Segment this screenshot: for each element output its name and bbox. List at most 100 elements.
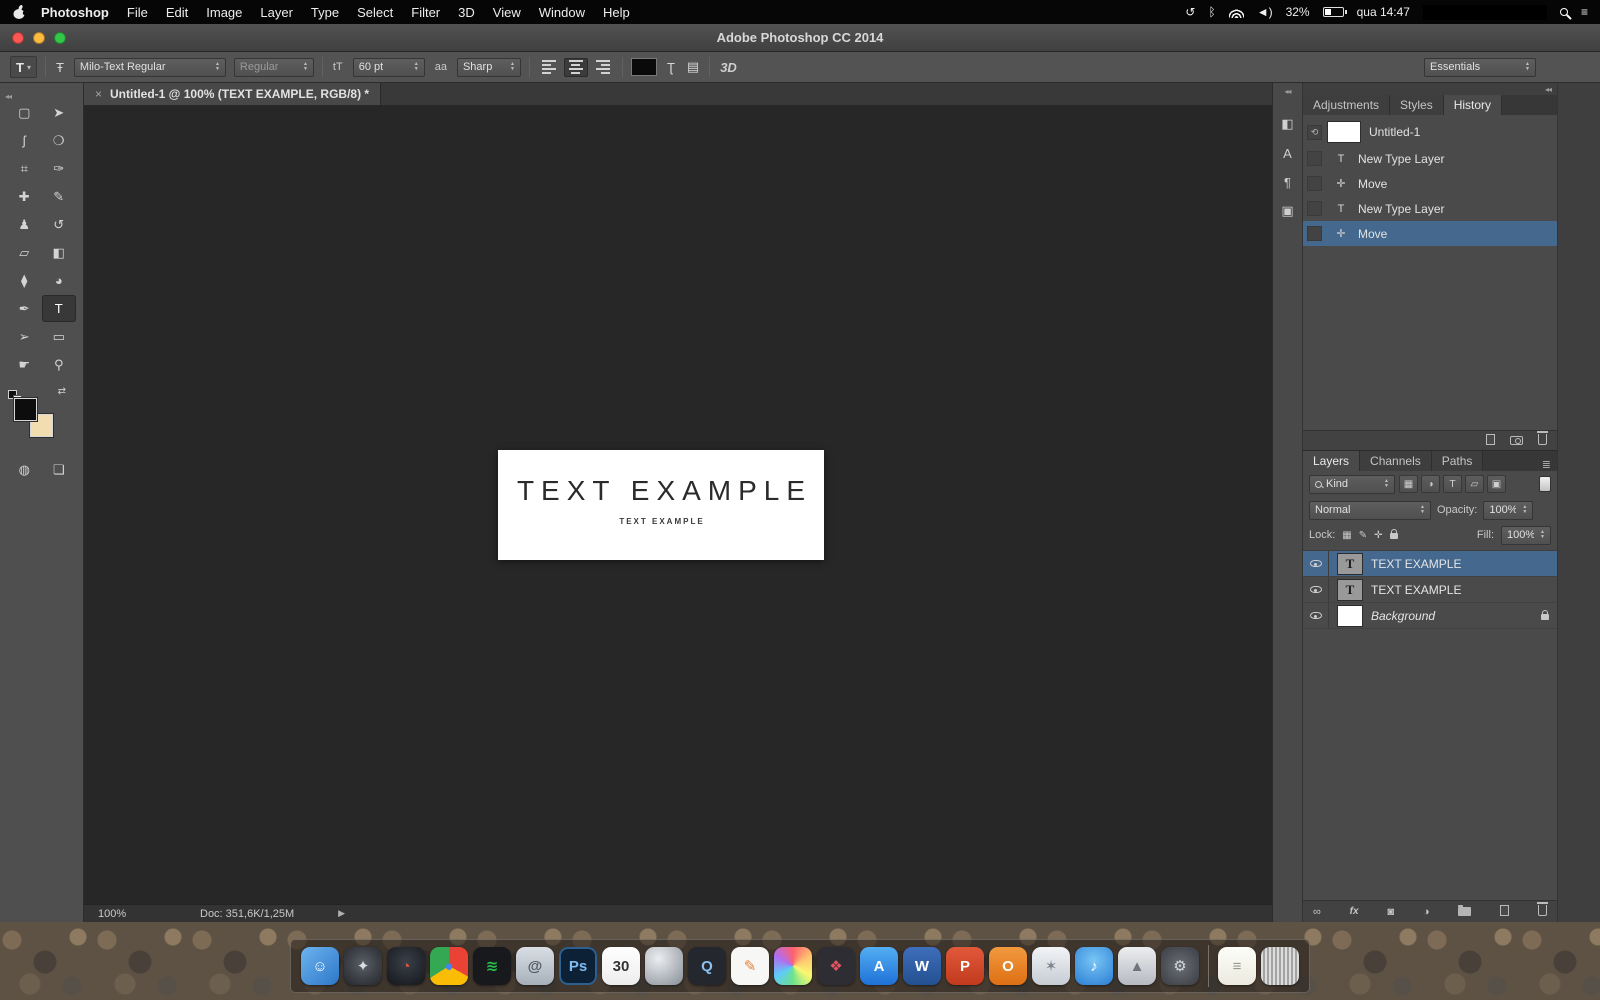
document-tab[interactable]: × Untitled-1 @ 100% (TEXT EXAMPLE, RGB/8… [84, 83, 382, 105]
add-layer-mask-button[interactable]: ◙ [1387, 906, 1394, 918]
select[interactable]: Select [348, 5, 402, 20]
menu-clock[interactable]: qua 14:47 [1357, 5, 1410, 19]
itunes[interactable]: ♪ [1075, 947, 1113, 985]
window-title-bar[interactable]: Adobe Photoshop CC 2014 [0, 24, 1600, 52]
finder[interactable]: ☺ [301, 947, 339, 985]
pen-tool[interactable]: ✒ [7, 295, 42, 322]
photos[interactable] [774, 947, 812, 985]
view[interactable]: View [484, 5, 530, 20]
new-adjustment-layer-button[interactable]: ◑ [1423, 906, 1430, 918]
paragraph-panel-icon[interactable]: ¶ [1277, 171, 1299, 193]
delete-state-button[interactable] [1537, 430, 1548, 450]
layer-row[interactable]: T TEXT EXAMPLE [1303, 577, 1557, 603]
link-layers-button[interactable]: ∞ [1313, 906, 1321, 918]
new-snapshot-button[interactable] [1510, 432, 1523, 450]
zoom-window-button[interactable] [54, 32, 66, 44]
file[interactable]: File [118, 5, 157, 20]
type[interactable]: Type [302, 5, 348, 20]
delete-layer-button[interactable] [1536, 901, 1548, 921]
screen-mode-button[interactable]: ❏ [42, 456, 77, 483]
new-group-button[interactable] [1458, 903, 1472, 921]
pages[interactable]: ✎ [731, 947, 769, 985]
chrome[interactable]: ● [430, 947, 468, 985]
edit[interactable]: Edit [157, 5, 197, 20]
minimize-window-button[interactable] [33, 32, 45, 44]
system-preferences[interactable]: ⚙ [1161, 947, 1199, 985]
powerpoint[interactable]: P [946, 947, 984, 985]
new-layer-button[interactable] [1500, 903, 1510, 921]
adjustments-panel-icon[interactable]: ◧ [1277, 113, 1299, 135]
healing-brush-tool[interactable]: ✚ [7, 183, 42, 210]
layer-thumbnail[interactable]: T [1338, 553, 1362, 574]
apple-menu[interactable] [12, 4, 26, 20]
close-window-button[interactable] [12, 32, 24, 44]
toggle-character-panel-icon[interactable]: ▤ [685, 59, 701, 75]
history-source-well[interactable] [1307, 201, 1322, 216]
filter-adjustment-layers-icon[interactable]: ◑ [1421, 475, 1440, 493]
channels[interactable]: Channels [1360, 451, 1432, 471]
history-state-row[interactable]: ✛ Move [1303, 221, 1557, 246]
zoom-level-field[interactable]: 100% [98, 908, 170, 920]
filter-pixel-layers-icon[interactable]: ▦ [1399, 475, 1418, 493]
paths[interactable]: Paths [1431, 451, 1484, 471]
font-style-select[interactable]: Regular ▲ ▼ [233, 57, 314, 77]
3d-mode-icon[interactable]: 3D [718, 60, 739, 75]
styles[interactable]: Styles [1390, 95, 1444, 115]
zoom-tool[interactable]: ⚲ [42, 351, 77, 378]
window[interactable]: Window [530, 5, 594, 20]
foreground-color-swatch[interactable] [14, 398, 37, 421]
history-source-well[interactable] [1307, 176, 1322, 191]
quick-selection-tool[interactable]: ❍ [42, 127, 77, 154]
layer-thumbnail[interactable]: T [1338, 579, 1362, 600]
photoshop[interactable]: Photoshop [32, 5, 118, 20]
layer-thumbnail[interactable] [1338, 605, 1362, 626]
crop-tool[interactable]: ⌗ [7, 155, 42, 182]
layer-visibility-toggle[interactable] [1303, 577, 1329, 602]
layer-style-button[interactable]: fx [1350, 906, 1359, 917]
layer-row[interactable]: Background [1303, 603, 1557, 629]
photoshop[interactable]: Ps [559, 947, 597, 985]
panel-menu-icon[interactable]: ≣ [1536, 458, 1557, 471]
quicktime[interactable]: Q [688, 947, 726, 985]
3d[interactable]: 3D [449, 5, 484, 20]
time-machine-icon[interactable]: ↺ [1185, 5, 1195, 19]
rectangular-marquee-tool[interactable]: ▢ [7, 99, 42, 126]
history-state-row[interactable]: ✛ Move [1303, 171, 1557, 196]
fill-select[interactable]: 100% ▲ ▼ [1501, 525, 1551, 545]
layer-visibility-toggle[interactable] [1303, 551, 1329, 576]
align-right-button[interactable] [590, 58, 614, 77]
gradient-tool[interactable]: ◧ [42, 239, 77, 266]
snapshot-thumbnail[interactable] [1327, 121, 1361, 143]
canvas[interactable]: TEXT EXAMPLE TEXT EXAMPLE [84, 106, 1272, 904]
trash[interactable] [1261, 947, 1299, 985]
bluetooth-icon[interactable]: ᛒ [1208, 5, 1215, 19]
history-state-row[interactable]: T New Type Layer [1303, 146, 1557, 171]
blend-mode-select[interactable]: Normal ▲ ▼ [1309, 500, 1431, 520]
layer-filter-toggle[interactable] [1539, 476, 1551, 492]
calendar[interactable]: 30 [602, 947, 640, 985]
filter-shape-layers-icon[interactable]: ▱ [1465, 475, 1484, 493]
history-source-well[interactable] [1307, 151, 1322, 166]
status-options-arrow[interactable]: ▶ [338, 908, 345, 919]
brush-tool[interactable]: ✎ [42, 183, 77, 210]
spotify[interactable]: ≋ [473, 947, 511, 985]
help[interactable]: Help [594, 5, 639, 20]
text-orientation-icon[interactable]: Ŧ [54, 60, 66, 75]
rectangle-tool[interactable]: ▭ [42, 323, 77, 350]
spotlight-icon[interactable] [1559, 8, 1568, 16]
textedit[interactable]: ≡ [1218, 947, 1256, 985]
anti-alias-select[interactable]: Sharp ▲ ▼ [456, 57, 521, 77]
align-left-button[interactable] [538, 58, 562, 77]
history-state-row[interactable]: T New Type Layer [1303, 196, 1557, 221]
layers[interactable]: Layers [1303, 451, 1361, 471]
app-store[interactable]: A [860, 947, 898, 985]
layer-row[interactable]: T TEXT EXAMPLE [1303, 551, 1557, 577]
clone-stamp-tool[interactable]: ♟ [7, 211, 42, 238]
opacity-select[interactable]: 100% ▲ ▼ [1483, 500, 1534, 520]
eyedropper-tool[interactable]: ✑ [42, 155, 77, 182]
rocket-app[interactable]: ▲ [1118, 947, 1156, 985]
history[interactable]: History [1443, 95, 1503, 115]
swap-colors-icon[interactable]: ⇄ [58, 386, 66, 397]
history-snapshot-row[interactable]: ⟲ Untitled-1 [1303, 118, 1557, 146]
move-tool[interactable]: ➤ [42, 99, 77, 126]
